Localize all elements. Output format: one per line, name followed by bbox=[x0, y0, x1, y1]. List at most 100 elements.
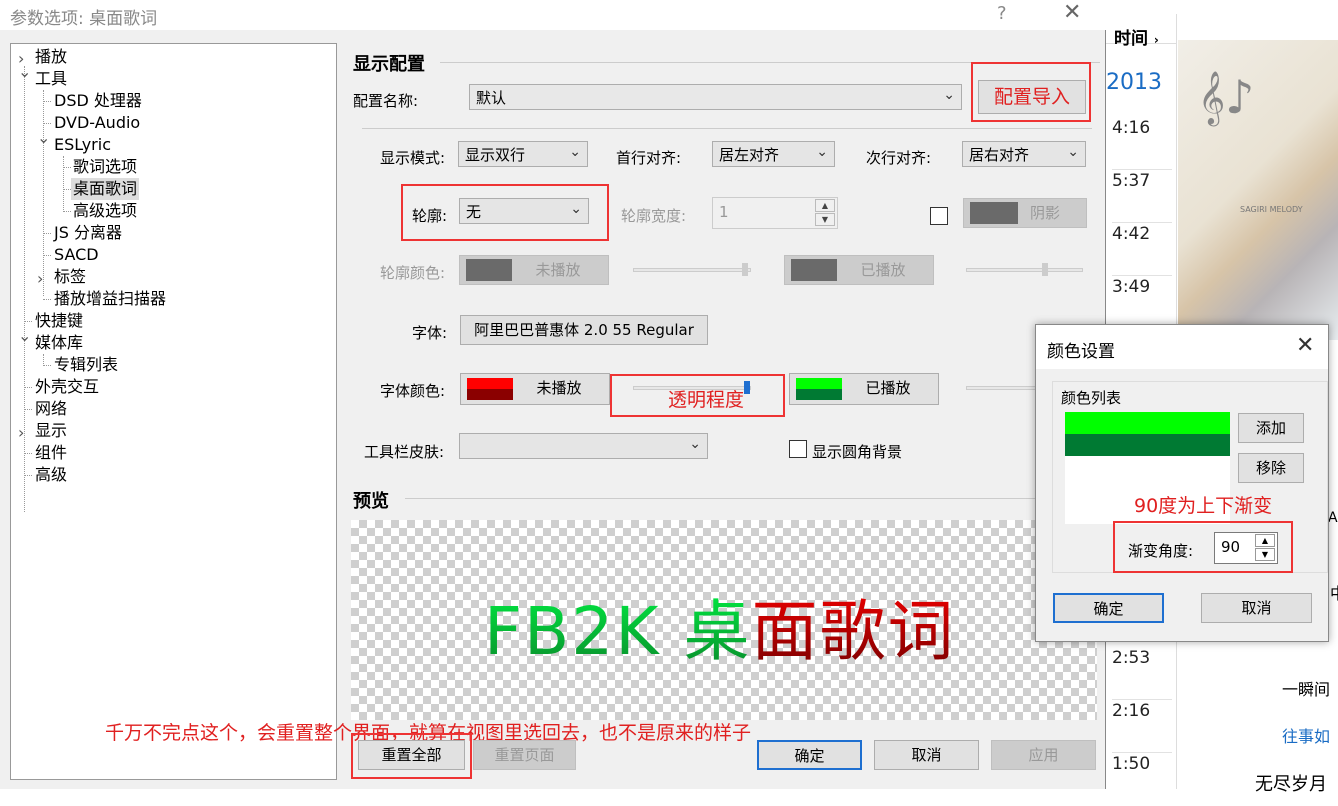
tree-item[interactable]: DSD 处理器 bbox=[52, 90, 144, 112]
tree-item[interactable]: JS 分离器 bbox=[52, 222, 124, 244]
config-name-combo[interactable]: 默认 ⌄ bbox=[469, 84, 962, 110]
lyric-line: 一瞬间 bbox=[1282, 680, 1331, 699]
help-button[interactable]: ? bbox=[997, 3, 1007, 24]
spin-down-icon[interactable]: ▼ bbox=[1255, 548, 1275, 561]
outline-played-alpha-slider[interactable] bbox=[966, 263, 1083, 276]
gradient-angle-value: 90 bbox=[1221, 538, 1241, 556]
font-played-alpha-slider[interactable] bbox=[966, 386, 1036, 390]
tree-item[interactable]: ESLyric bbox=[52, 134, 113, 156]
color-settings-dialog: 颜色设置 ✕ 颜色列表 添加 移除 90度为上下渐变 渐变角度: 90 ▲ ▼ … bbox=[1035, 324, 1329, 642]
tree-item[interactable]: 桌面歌词 bbox=[71, 178, 140, 200]
annotation-transparency: 透明程度 bbox=[668, 389, 745, 411]
annotation-gradient: 90度为上下渐变 bbox=[1134, 495, 1273, 517]
tree-item[interactable]: 网络 bbox=[33, 398, 69, 420]
chevron-right-icon[interactable]: › bbox=[37, 269, 43, 288]
close-icon[interactable]: ✕ bbox=[1296, 333, 1314, 358]
chevron-down-icon: ⌄ bbox=[570, 201, 582, 217]
time-cell: 1:50 bbox=[1112, 754, 1151, 774]
preview-played-text: FB2K 桌 bbox=[484, 593, 752, 670]
add-color-button[interactable]: 添加 bbox=[1238, 413, 1304, 443]
tree-item[interactable]: 歌词选项 bbox=[71, 156, 139, 178]
tree-item[interactable]: 显示 bbox=[33, 420, 69, 442]
divider bbox=[405, 498, 1100, 499]
chevron-down-icon[interactable]: ⌄ bbox=[37, 128, 50, 147]
color-swatch-green[interactable] bbox=[1065, 412, 1230, 434]
tree-item[interactable]: DVD-Audio bbox=[52, 112, 142, 134]
outline-unplayed-alpha-slider[interactable] bbox=[633, 263, 751, 276]
spin-down-icon[interactable]: ▼ bbox=[815, 213, 835, 226]
chevron-down-icon: ⌄ bbox=[689, 436, 701, 452]
ok-button[interactable]: 确定 bbox=[757, 740, 862, 770]
font-played-color-button[interactable]: 已播放 bbox=[789, 373, 939, 405]
tree-item[interactable]: 组件 bbox=[33, 442, 69, 464]
outline-combo[interactable]: 无 ⌄ bbox=[459, 198, 589, 224]
time-column-header[interactable]: 时间 › bbox=[1106, 14, 1176, 49]
divider bbox=[362, 128, 1092, 129]
color-dialog-title: 颜色设置 bbox=[1047, 342, 1115, 362]
color-swatch-dark-green[interactable] bbox=[1065, 434, 1230, 456]
played-label: 已播放 bbox=[860, 261, 906, 279]
lyric-line: 中 bbox=[1330, 580, 1338, 604]
outline-played-color-button[interactable]: 已播放 bbox=[784, 255, 934, 285]
cancel-button[interactable]: 取消 bbox=[874, 740, 979, 770]
reset-page-button[interactable]: 重置页面 bbox=[473, 740, 576, 770]
chevron-down-icon: ⌄ bbox=[569, 144, 581, 160]
chevron-right-icon[interactable]: › bbox=[18, 423, 24, 442]
chevron-down-icon: ⌄ bbox=[943, 87, 955, 103]
first-align-value: 居左对齐 bbox=[719, 146, 780, 164]
tree-item[interactable]: 标签 bbox=[52, 266, 88, 288]
tree-item[interactable]: SACD bbox=[52, 244, 101, 266]
second-align-combo[interactable]: 居右对齐 ⌄ bbox=[962, 141, 1086, 167]
tree-item[interactable]: 快捷键 bbox=[33, 310, 85, 332]
color-ok-button[interactable]: 确定 bbox=[1053, 593, 1164, 623]
tree-item[interactable]: 播放 bbox=[33, 46, 69, 68]
first-align-label: 首行对齐: bbox=[616, 149, 682, 167]
round-bg-label: 显示圆角背景 bbox=[812, 443, 903, 461]
annotation-box-import bbox=[971, 62, 1091, 122]
chevron-down-icon: ⌄ bbox=[1067, 144, 1079, 160]
outline-unplayed-color-button[interactable]: 未播放 bbox=[459, 255, 609, 285]
title-bar bbox=[0, 0, 1106, 30]
tree-item[interactable]: 外壳交互 bbox=[33, 376, 101, 398]
close-button[interactable]: ✕ bbox=[1063, 0, 1081, 25]
time-cell: 4:42 bbox=[1112, 224, 1172, 276]
year-label: 2013 bbox=[1106, 70, 1162, 95]
spin-up-icon[interactable]: ▲ bbox=[1255, 534, 1275, 547]
chevron-down-icon[interactable]: ⌄ bbox=[18, 326, 31, 345]
played-label: 已播放 bbox=[865, 379, 911, 397]
spin-up-icon[interactable]: ▲ bbox=[815, 199, 835, 212]
gradient-angle-spinner[interactable]: 90 ▲ ▼ bbox=[1214, 532, 1278, 564]
shadow-checkbox[interactable] bbox=[930, 207, 948, 225]
tree-item[interactable]: 专辑列表 bbox=[52, 354, 120, 376]
tree-item[interactable]: 高级 bbox=[33, 464, 69, 486]
font-unplayed-color-button[interactable]: 未播放 bbox=[460, 373, 610, 405]
tree-item[interactable]: 播放增益扫描器 bbox=[52, 288, 168, 310]
first-align-combo[interactable]: 居左对齐 ⌄ bbox=[712, 141, 835, 167]
lyric-line: 无尽岁月 bbox=[1255, 774, 1327, 795]
display-mode-value: 显示双行 bbox=[465, 146, 526, 164]
font-button[interactable]: 阿里巴巴普惠体 2.0 55 Regular bbox=[460, 315, 708, 345]
tree-item[interactable]: 媒体库 bbox=[33, 332, 85, 354]
tree-item[interactable]: 高级选项 bbox=[71, 200, 139, 222]
color-list-label: 颜色列表 bbox=[1061, 389, 1122, 407]
shadow-label: 阴影 bbox=[1029, 204, 1060, 222]
tree-item[interactable]: 工具 bbox=[33, 68, 69, 90]
outline-color-label: 轮廓颜色: bbox=[380, 264, 446, 282]
toolbar-skin-combo[interactable]: ⌄ bbox=[459, 433, 708, 459]
display-mode-combo[interactable]: 显示双行 ⌄ bbox=[458, 141, 588, 167]
time-cell: 2:16 bbox=[1112, 701, 1172, 753]
time-cell: 5:37 bbox=[1112, 171, 1172, 223]
annotation-box-reset bbox=[351, 733, 472, 779]
outline-label: 轮廓: bbox=[412, 207, 448, 225]
color-cancel-button[interactable]: 取消 bbox=[1201, 593, 1312, 623]
apply-button[interactable]: 应用 bbox=[991, 740, 1096, 770]
round-bg-checkbox[interactable] bbox=[789, 440, 807, 458]
shadow-color-button[interactable]: 阴影 bbox=[963, 198, 1087, 228]
toolbar-skin-label: 工具栏皮肤: bbox=[364, 443, 445, 461]
outline-width-spinner[interactable]: 1 ▲ ▼ bbox=[712, 197, 838, 229]
lyric-line: 往事如 bbox=[1282, 727, 1331, 746]
config-name-value: 默认 bbox=[476, 89, 507, 107]
font-label: 字体: bbox=[412, 324, 448, 342]
remove-color-button[interactable]: 移除 bbox=[1238, 453, 1304, 483]
chevron-down-icon[interactable]: ⌄ bbox=[18, 62, 31, 81]
